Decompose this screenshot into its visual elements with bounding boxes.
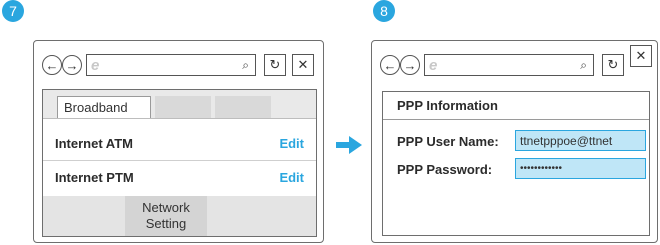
router-settings-panel: Broadband Internet ATM Edit Internet PTM… <box>42 89 317 237</box>
tab-strip: Broadband <box>43 90 316 119</box>
password-label: PPP Password: <box>397 162 493 177</box>
row-label: Internet ATM <box>55 135 133 151</box>
row-label: Internet PTM <box>55 169 134 185</box>
button-label-line2: Setting <box>145 216 187 231</box>
address-bar[interactable]: e ⌕ <box>86 54 256 76</box>
row-divider <box>43 160 316 161</box>
step-badge-7: 7 <box>2 0 24 22</box>
username-field[interactable]: ttnetpppoe@ttnet <box>515 130 646 151</box>
edit-link[interactable]: Edit <box>279 136 304 151</box>
back-button[interactable]: ← <box>42 55 62 75</box>
refresh-button[interactable]: ↻ <box>264 54 286 76</box>
step-badge-8: 8 <box>373 0 395 22</box>
browser-toolbar: ← → e ⌕ ↻ ✕ <box>372 41 657 81</box>
password-field[interactable]: •••••••••••• <box>515 158 646 179</box>
username-label: PPP User Name: <box>397 134 499 149</box>
refresh-button[interactable]: ↻ <box>602 54 624 76</box>
next-step-arrow-icon <box>336 136 362 154</box>
tab-blank-1[interactable] <box>155 96 211 118</box>
browser-window-right: ← → e ⌕ ↻ ✕ PPP Information PPP User Nam… <box>371 40 658 243</box>
forward-button[interactable]: → <box>400 55 420 75</box>
ppp-settings-panel: PPP Information PPP User Name: ttnetpppo… <box>382 91 650 236</box>
tab-blank-2[interactable] <box>215 96 271 118</box>
panel-title: PPP Information <box>383 92 649 120</box>
button-label-line1: Network <box>142 200 190 215</box>
browser-logo-icon: e <box>429 57 438 74</box>
search-icon[interactable]: ⌕ <box>580 58 587 73</box>
browser-toolbar: ← → e ⌕ ↻ ✕ <box>34 41 323 81</box>
forward-button[interactable]: → <box>62 55 82 75</box>
list-item-internet-ptm: Internet PTM Edit <box>43 162 316 192</box>
edit-link[interactable]: Edit <box>279 170 304 185</box>
list-item-internet-atm: Internet ATM Edit <box>43 128 316 158</box>
back-button[interactable]: ← <box>380 55 400 75</box>
network-setting-button[interactable]: Network Setting <box>125 196 207 236</box>
tab-broadband[interactable]: Broadband <box>57 96 151 118</box>
address-bar[interactable]: e ⌕ <box>424 54 594 76</box>
close-button[interactable]: ✕ <box>292 54 314 76</box>
footer-bar: Network Setting <box>43 196 316 236</box>
close-button[interactable]: ✕ <box>630 45 652 67</box>
browser-window-left: ← → e ⌕ ↻ ✕ Broadband Internet ATM Edit … <box>33 40 324 243</box>
search-icon[interactable]: ⌕ <box>242 58 249 73</box>
browser-logo-icon: e <box>91 57 100 74</box>
